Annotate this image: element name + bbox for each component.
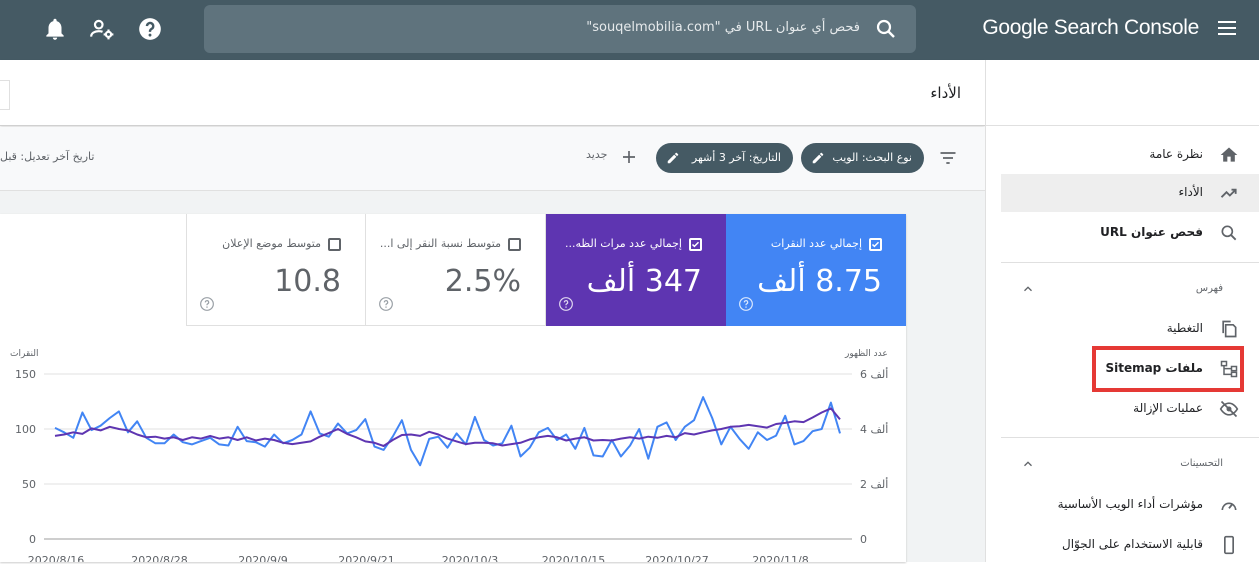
home-icon (1220, 147, 1238, 162)
hamburger-menu-icon[interactable] (1215, 16, 1239, 40)
x-tick-label: 2020/8/28 (131, 554, 187, 562)
left-tick-label: 0 (29, 533, 36, 546)
filter-list-icon[interactable] (937, 148, 959, 168)
help-icon[interactable] (558, 296, 574, 312)
chip-label: نوع البحث: الويب (832, 151, 912, 164)
sidebar-item-label: عمليات الإزالة (1133, 401, 1203, 415)
sidebar-item-url-inspection[interactable]: فحص عنوان URL (1001, 214, 1259, 252)
last-modified-text: تاريخ آخر تعديل: قبل (0, 150, 95, 163)
url-inspection-search[interactable]: فحص أي عنوان URL في "souqelmobilia.com" (204, 5, 916, 53)
search-icon (1221, 225, 1237, 241)
app-title: Google Search Console (982, 16, 1199, 39)
bell-icon[interactable] (42, 16, 68, 42)
section-title-enhancements: التحسينات (1180, 458, 1223, 469)
performance-line-chart: 150 6 ألف 100 4 ألف 50 2 ألف 0 0 2020/8/16 2020/8… (15, 367, 888, 562)
series-line (54, 407, 841, 447)
sidebar-header (986, 60, 1259, 126)
metric-value: 10.8 (274, 264, 341, 299)
left-tick-label: 50 (22, 478, 36, 491)
sidebar-item-label: الأداء (1178, 185, 1204, 199)
section-title-index: فهرس (1195, 283, 1223, 294)
sidebar-item-label: قابلية الاستخدام على الجوّال (1062, 537, 1203, 551)
help-icon[interactable] (378, 296, 394, 312)
checkbox[interactable] (689, 238, 702, 251)
visibility-off-icon (1219, 400, 1239, 418)
search-type-filter-chip[interactable]: نوع البحث: الويب (801, 143, 924, 173)
metric-average-position[interactable]: متوسط موضع الإعلان 10.8 (186, 214, 366, 326)
metric-label: إجمالي عدد مرات الظه... (564, 237, 682, 250)
chevron-up-icon[interactable] (1021, 282, 1035, 296)
property-selector-edge[interactable] (0, 80, 10, 110)
sidebar-item-coverage[interactable]: التغطية (1001, 310, 1259, 348)
sidebar-item-label: مؤشرات أداء الويب الأساسية (1057, 497, 1203, 511)
search-input[interactable]: فحص أي عنوان URL في "souqelmobilia.com" (586, 20, 860, 35)
chevron-up-icon[interactable] (1021, 457, 1035, 471)
sidebar-item-label: فحص عنوان URL (1100, 225, 1203, 239)
metric-label: متوسط نسبة النقر إلى ا... (379, 237, 501, 250)
help-icon[interactable] (738, 296, 754, 312)
metric-total-clicks[interactable]: إجمالي عدد النقرات 8.75 ألف (726, 214, 906, 326)
left-tick-label: 100 (15, 423, 36, 436)
x-tick-label: 2020/10/15 (542, 554, 605, 562)
new-filter-button[interactable]: جديد (586, 148, 607, 161)
page-header: الأداء (0, 60, 985, 126)
x-tick-label: 2020/10/27 (645, 554, 708, 562)
right-tick-label: 2 ألف (860, 477, 888, 491)
help-icon[interactable] (199, 296, 215, 312)
user-settings-icon[interactable] (89, 16, 115, 42)
checkbox[interactable] (328, 238, 341, 251)
filter-bar: نوع البحث: الويب التاريخ: آخر 3 أشهر (0, 127, 985, 191)
divider (1001, 262, 1259, 263)
metric-value: 347 ألف (586, 264, 702, 299)
checkbox[interactable] (508, 238, 521, 251)
metric-value: 8.75 ألف (757, 264, 882, 299)
chip-label: التاريخ: آخر 3 أشهر (691, 151, 781, 164)
edit-icon (812, 152, 824, 164)
divider (1001, 437, 1259, 438)
page-title: الأداء (930, 84, 961, 102)
sidebar-item-core-web-vitals[interactable]: مؤشرات أداء الويب الأساسية (1001, 486, 1259, 524)
metric-average-ctr[interactable]: متوسط نسبة النقر إلى ا... 2.5% (366, 214, 546, 326)
date-filter-chip[interactable]: التاريخ: آخر 3 أشهر (656, 143, 793, 173)
x-tick-label: 2020/9/21 (338, 554, 394, 562)
x-tick-label: 2020/8/16 (28, 554, 84, 562)
app-header: فحص أي عنوان URL في "souqelmobilia.com" … (0, 0, 1259, 60)
x-tick-label: 2020/10/3 (442, 554, 498, 562)
x-tick-label: 2020/9/9 (238, 554, 287, 562)
series-line (54, 396, 841, 467)
sidebar-item-mobile-usability[interactable]: قابلية الاستخدام على الجوّال (1001, 526, 1259, 564)
metric-value: 2.5% (444, 264, 521, 299)
sidebar-item-label: التغطية (1166, 321, 1203, 335)
trending-up-icon (1220, 188, 1237, 198)
sidebar: نظرة عامة الأداء فحص عنوان URL فهرس التغ… (985, 60, 1259, 562)
left-tick-label: 150 (15, 368, 36, 381)
checkbox[interactable] (869, 238, 882, 251)
sidebar-item-overview[interactable]: نظرة عامة (1001, 136, 1259, 174)
file-copy-icon (1222, 320, 1237, 338)
sidebar-item-label: نظرة عامة (1149, 147, 1203, 161)
search-icon (876, 19, 895, 38)
sidebar-item-performance[interactable]: الأداء (1001, 174, 1259, 212)
speed-icon (1221, 502, 1237, 511)
highlight-box (1092, 346, 1244, 392)
edit-icon (667, 152, 679, 164)
sidebar-item-removals[interactable]: عمليات الإزالة (1001, 390, 1259, 428)
metric-label: متوسط موضع الإعلان (222, 237, 321, 250)
right-tick-label: 6 ألف (860, 367, 888, 381)
x-tick-label: 2020/11/8 (752, 554, 808, 562)
plus-icon[interactable] (620, 148, 638, 166)
right-tick-label: 0 (860, 533, 867, 546)
smartphone-icon (1224, 535, 1234, 555)
metric-total-impressions[interactable]: إجمالي عدد مرات الظه... 347 ألف (546, 214, 726, 326)
help-icon[interactable] (137, 16, 163, 42)
right-tick-label: 4 ألف (860, 422, 888, 436)
metric-label: إجمالي عدد النقرات (770, 237, 862, 250)
